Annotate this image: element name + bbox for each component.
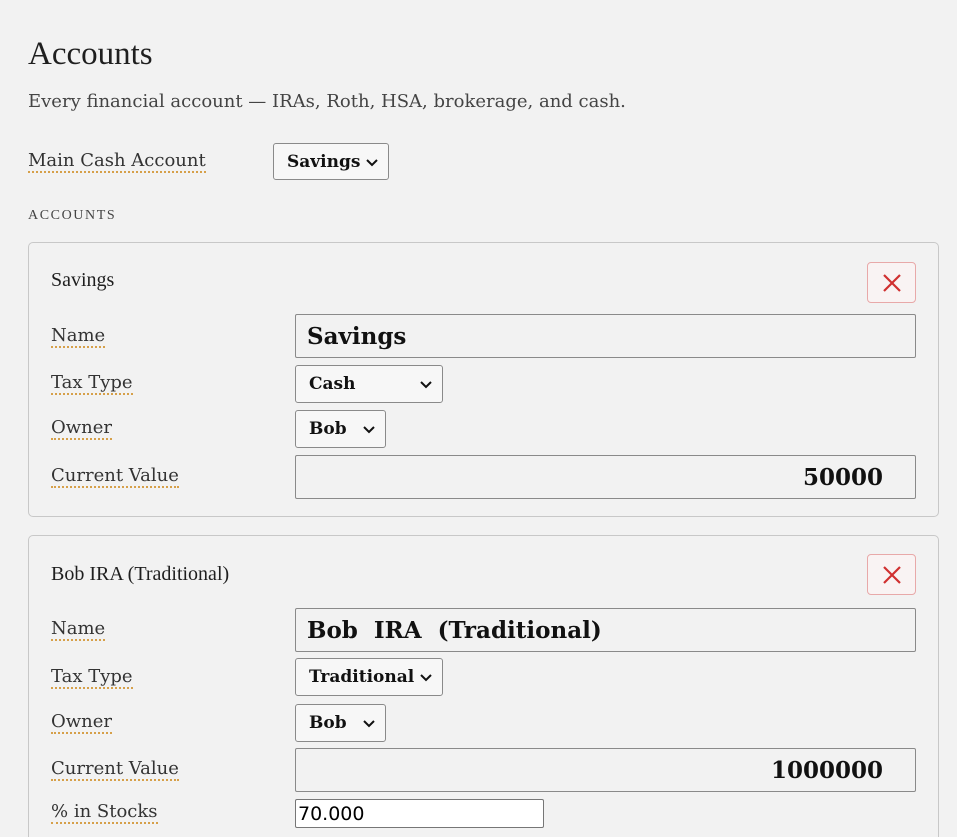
page-subtitle: Every financial account — IRAs, Roth, HS…	[28, 91, 626, 112]
current-value-input[interactable]: 1000000	[295, 748, 916, 792]
account-name-value: Savings	[307, 322, 407, 350]
owner-select[interactable]: Bob	[295, 410, 386, 448]
tax-type-select[interactable]: Cash	[295, 365, 443, 403]
owner-select[interactable]: Bob	[295, 704, 386, 742]
owner-value: Bob	[309, 419, 347, 439]
chevron-down-icon	[420, 381, 432, 389]
account-card-title: Bob IRA (Traditional)	[51, 563, 230, 585]
main-cash-account-label: Main Cash Account	[28, 150, 206, 173]
delete-account-button[interactable]	[867, 262, 916, 303]
main-cash-account-value: Savings	[287, 151, 361, 172]
tax-type-value: Traditional	[309, 667, 415, 687]
pct-stocks-value: 70.000	[298, 802, 365, 825]
accounts-page: Accounts Every financial account — IRAs,…	[0, 0, 957, 837]
account-name-input[interactable]: Savings	[295, 314, 916, 358]
current-value-value: 1000000	[770, 756, 883, 784]
account-card-title: Savings	[51, 269, 115, 291]
close-icon	[882, 273, 901, 292]
tax-type-label: Tax Type	[51, 372, 133, 395]
tax-type-select[interactable]: Traditional	[295, 658, 443, 696]
chevron-down-icon	[366, 158, 378, 166]
pct-stocks-input[interactable]: 70.000	[295, 799, 544, 828]
chevron-down-icon	[363, 426, 375, 434]
delete-account-button[interactable]	[867, 554, 916, 595]
current-value-input[interactable]: 50000	[295, 455, 916, 499]
account-card-bob-ira: Bob IRA (Traditional) Name Bob IRA (Trad…	[28, 535, 939, 837]
page-title: Accounts	[28, 36, 153, 72]
main-cash-account-select[interactable]: Savings	[273, 143, 389, 180]
name-label: Name	[51, 618, 106, 641]
tax-type-value: Cash	[309, 374, 356, 394]
close-icon	[882, 565, 901, 584]
tax-type-label: Tax Type	[51, 666, 133, 689]
pct-stocks-label: % in Stocks	[51, 801, 158, 824]
chevron-down-icon	[420, 674, 432, 682]
account-name-input[interactable]: Bob IRA (Traditional)	[295, 608, 916, 652]
chevron-down-icon	[363, 720, 375, 728]
account-name-value: Bob IRA (Traditional)	[307, 616, 602, 644]
owner-label: Owner	[51, 417, 113, 440]
name-label: Name	[51, 325, 106, 348]
current-value-value: 50000	[802, 463, 883, 491]
owner-value: Bob	[309, 713, 347, 733]
account-card-savings: Savings Name Savings Tax Type Cash Owner…	[28, 242, 939, 517]
accounts-section-heading: ACCOUNTS	[28, 208, 117, 223]
owner-label: Owner	[51, 711, 113, 734]
current-value-label: Current Value	[51, 758, 179, 781]
current-value-label: Current Value	[51, 465, 179, 488]
